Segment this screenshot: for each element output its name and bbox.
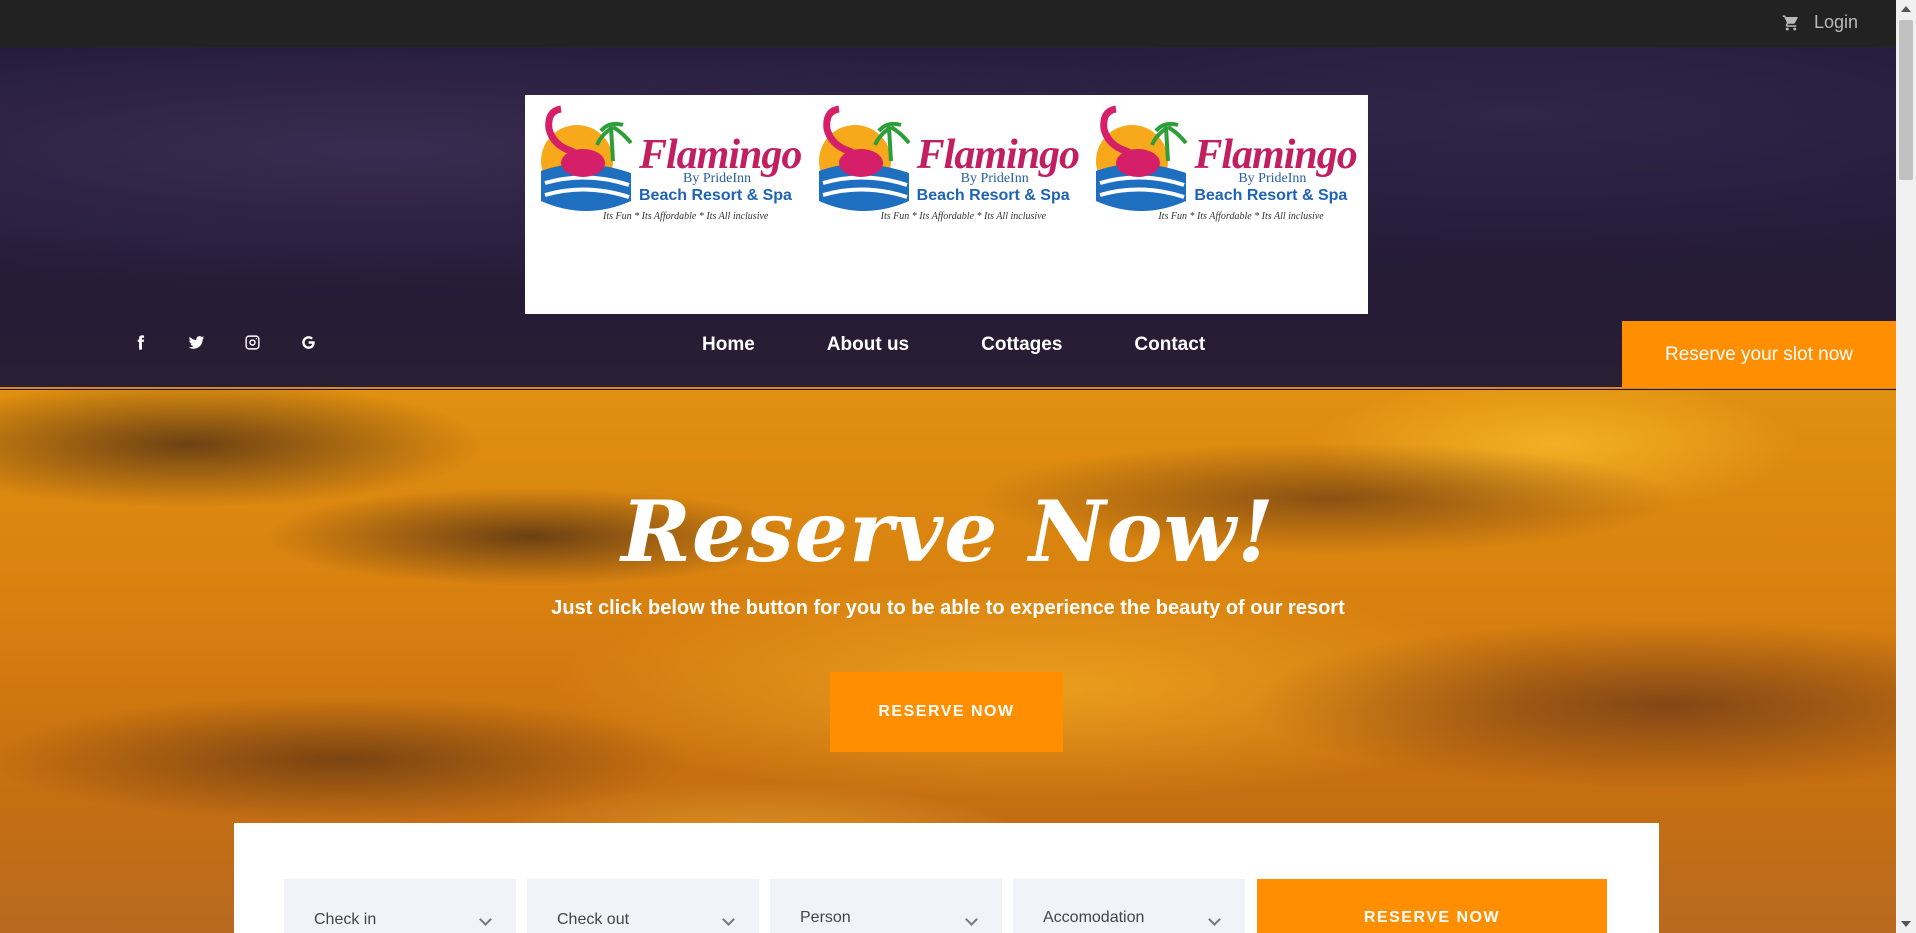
person-select[interactable]: Person (770, 879, 1002, 933)
login-link[interactable]: Login (1782, 12, 1858, 33)
logo-tagline: Its Fun * Its Affordable * Its All inclu… (603, 211, 769, 222)
google-icon (301, 335, 315, 349)
check-out-label: Check out (557, 911, 630, 928)
chevron-down-icon (1208, 913, 1221, 926)
logo-by: By PrideInn (1238, 171, 1307, 186)
facebook-link[interactable] (130, 332, 150, 352)
scroll-up-icon[interactable] (1901, 6, 1911, 12)
booking-form: Check in Check out Person Accomodation R… (234, 823, 1659, 933)
scrollbar-thumb[interactable] (1899, 20, 1913, 180)
nav-home[interactable]: Home (702, 334, 755, 356)
cart-icon (1782, 15, 1798, 30)
reserve-slot-button[interactable]: Reserve your slot now (1622, 321, 1896, 388)
logo-resort: Beach Resort & Spa (639, 187, 792, 204)
hero-subtitle: Just click below the button for you to b… (551, 597, 1345, 619)
twitter-link[interactable] (186, 332, 206, 352)
google-link[interactable] (298, 332, 318, 352)
chevron-down-icon (965, 913, 978, 926)
top-bar: Login (0, 0, 1916, 47)
person-label: Person (800, 909, 851, 926)
logo-banner[interactable]: Flamingo By PrideInn Beach Resort & Spa … (525, 95, 1368, 314)
check-in-select[interactable]: Check in (284, 879, 516, 933)
page-scrollbar[interactable] (1896, 0, 1916, 933)
check-out-select[interactable]: Check out (527, 879, 759, 933)
flamingo-logo-icon (541, 105, 633, 211)
logo: Flamingo By PrideInn Beach Resort & Spa … (531, 101, 809, 231)
logo: Flamingo By PrideInn Beach Resort & Spa … (1086, 101, 1364, 231)
chevron-down-icon (479, 913, 492, 926)
logo-tagline: Its Fun * Its Affordable * Its All inclu… (1158, 211, 1324, 222)
instagram-icon (244, 334, 260, 350)
logo-resort: Beach Resort & Spa (916, 187, 1070, 204)
flamingo-logo-icon (1096, 105, 1188, 211)
chevron-down-icon (722, 913, 735, 926)
twitter-icon (188, 335, 204, 349)
accommodation-label: Accomodation (1043, 909, 1145, 926)
main-nav: Home About us Cottages Contact (702, 334, 1205, 356)
nav-contact[interactable]: Contact (1134, 334, 1205, 356)
check-in-label: Check in (314, 911, 377, 928)
nav-cottages[interactable]: Cottages (981, 334, 1062, 356)
hero-reserve-button[interactable]: RESERVE NOW (830, 672, 1063, 752)
booking-reserve-button[interactable]: RESERVE NOW (1257, 879, 1607, 933)
logo-tagline: Its Fun * Its Affordable * Its All inclu… (880, 211, 1047, 222)
logo-resort: Beach Resort & Spa (1194, 187, 1348, 204)
logo-by: By PrideInn (960, 171, 1029, 186)
facebook-icon (137, 334, 144, 350)
login-label: Login (1813, 12, 1858, 32)
flamingo-logo-icon (818, 105, 911, 211)
logo-by: By PrideInn (683, 171, 752, 186)
logo: Flamingo By PrideInn Beach Resort & Spa … (809, 101, 1087, 231)
social-links (130, 332, 318, 352)
hero-title: Reserve Now! (621, 482, 1275, 581)
nav-about-us[interactable]: About us (827, 334, 909, 356)
scroll-down-icon[interactable] (1901, 921, 1911, 927)
accommodation-select[interactable]: Accomodation (1013, 879, 1245, 933)
instagram-link[interactable] (242, 332, 262, 352)
